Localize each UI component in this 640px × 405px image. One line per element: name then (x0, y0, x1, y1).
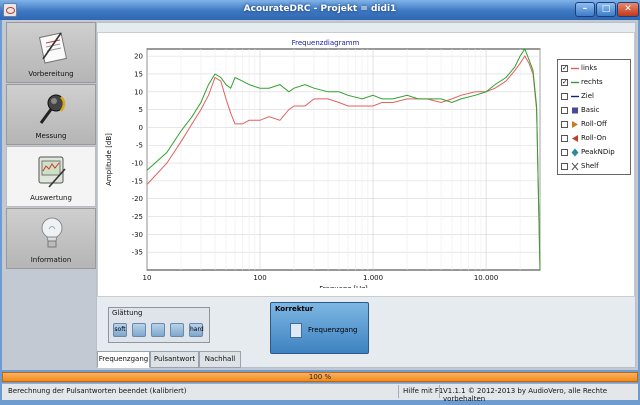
legend-checkbox[interactable] (561, 121, 568, 128)
legend-checkbox[interactable] (561, 107, 568, 114)
y-tick-label: -20 (132, 195, 143, 203)
correction-title: Korrektur (275, 305, 314, 313)
y-tick-label: -10 (132, 160, 143, 168)
legend-label: rechts (581, 78, 603, 86)
smoothing-level-4-button[interactable] (170, 323, 184, 337)
minimize-button[interactable]: – (575, 2, 595, 17)
y-tick-label: -25 (132, 213, 143, 221)
chart-legend: ✓ links ✓ rechts Ziel Basic Roll-Off Roll-On Pea… (557, 59, 631, 175)
document-icon (290, 323, 302, 338)
sidebar-item-label: Information (30, 256, 72, 264)
smoothing-hard-button[interactable]: hard (189, 323, 204, 337)
frequency-chart: Frequenzdiagramm 20 15 10 5 0 -5 -10 -15 -20 -25-… (97, 32, 635, 297)
triangle-left-marker-icon (572, 135, 578, 142)
legend-item-rechts[interactable]: ✓ rechts (561, 77, 629, 88)
smoothing-group: Glättung soft hard (108, 307, 210, 343)
legend-checkbox[interactable] (561, 149, 568, 156)
legend-checkbox[interactable]: ✓ (561, 79, 568, 86)
legend-label: Roll-Off (581, 120, 607, 128)
status-separator (398, 385, 399, 398)
legend-checkbox[interactable]: ✓ (561, 65, 568, 72)
maximize-button[interactable]: □ (596, 2, 616, 17)
legend-item-ziel[interactable]: Ziel (561, 91, 629, 102)
legend-label: Basic (581, 106, 600, 114)
progress-text: 100 % (308, 373, 332, 381)
legend-checkbox[interactable] (561, 163, 568, 170)
line-marker-icon (571, 81, 579, 84)
line-marker-icon (571, 95, 579, 98)
y-tick-label: -35 (132, 249, 143, 257)
main-frame: Vorbereitung Messung Auswertung Informat… (2, 20, 638, 370)
x-tick-label: 1.000 (363, 274, 383, 282)
y-tick-label: 0 (139, 124, 143, 132)
status-help: Hilfe mit F1 (403, 387, 444, 395)
correction-label: Frequenzgang (308, 326, 358, 334)
close-button[interactable]: ✕ (617, 2, 639, 17)
triangle-right-marker-icon (572, 121, 578, 128)
sidebar-item-vorbereitung[interactable]: Vorbereitung (6, 22, 96, 83)
legend-label: Roll-On (581, 134, 607, 142)
smoothing-level-2-button[interactable] (132, 323, 146, 337)
title-bar: AcourateDRC - Projekt = didi1 – □ ✕ (0, 0, 640, 20)
x-marker-icon (571, 162, 579, 171)
chart-plot: 20 15 10 5 0 -5 -10 -15 -20 -25 -30 -35 10 100 1.000 10… (105, 47, 541, 288)
sidebar-item-label: Auswertung (30, 194, 72, 202)
y-tick-label: 15 (134, 70, 143, 78)
smoothing-soft-button[interactable]: soft (113, 323, 127, 337)
y-tick-label: 5 (139, 106, 143, 114)
x-tick-label: 10 (143, 274, 152, 282)
legend-checkbox[interactable] (561, 93, 568, 100)
tab-pulsantwort[interactable]: Pulsantwort (150, 351, 199, 368)
chart-monitor-icon (38, 156, 66, 188)
legend-label: links (581, 64, 598, 72)
y-tick-label: -30 (132, 231, 143, 239)
tab-nachhall[interactable]: Nachhall (199, 351, 241, 368)
y-tick-label: 10 (134, 88, 143, 96)
legend-item-basic[interactable]: Basic (561, 105, 629, 116)
microphone-icon (39, 94, 66, 124)
notepad-icon (38, 32, 68, 64)
status-separator (439, 385, 440, 398)
x-tick-label: 100 (253, 274, 266, 282)
legend-label: PeakNDip (581, 148, 615, 156)
legend-item-peakndip[interactable]: PeakNDip (561, 147, 629, 158)
legend-item-roll-on[interactable]: Roll-On (561, 133, 629, 144)
status-bar: Berechnung der Pulsantworten beendet (ka… (2, 383, 638, 403)
y-axis-label: Amplitude [dB] (105, 133, 113, 186)
progress-bar: 100 % (2, 372, 638, 382)
status-message: Berechnung der Pulsantworten beendet (ka… (8, 387, 187, 395)
sidebar-item-label: Messung (35, 132, 67, 140)
diamond-marker-icon (571, 148, 579, 157)
legend-item-roll-off[interactable]: Roll-Off (561, 119, 629, 130)
legend-label: Ziel (581, 92, 594, 100)
smoothing-title: Glättung (112, 309, 143, 317)
sidebar-item-information[interactable]: Information (6, 208, 96, 269)
x-tick-label: 10.000 (474, 274, 499, 282)
sidebar-item-messung[interactable]: Messung (6, 84, 96, 145)
legend-item-links[interactable]: ✓ links (561, 63, 629, 74)
x-axis-label: Frequenz [Hz] (319, 285, 368, 288)
y-tick-label: -5 (136, 142, 143, 150)
line-marker-icon (571, 67, 579, 70)
content-panel: Frequenzdiagramm 20 15 10 5 0 -5 -10 -15 -20 -25-… (96, 22, 636, 368)
legend-item-shelf[interactable]: Shelf (561, 161, 629, 172)
sidebar-item-auswertung[interactable]: Auswertung (6, 146, 96, 207)
y-tick-label: 20 (134, 53, 143, 61)
y-tick-label: -15 (132, 177, 143, 185)
sidebar-item-label: Vorbereitung (28, 70, 74, 78)
correction-button[interactable]: Korrektur Frequenzgang (270, 302, 369, 354)
window-title: AcourateDRC - Projekt = didi1 (243, 4, 397, 14)
square-marker-icon (572, 107, 578, 114)
sidebar: Vorbereitung Messung Auswertung Informat… (6, 22, 96, 270)
legend-checkbox[interactable] (561, 135, 568, 142)
lightbulb-icon (41, 217, 63, 248)
legend-label: Shelf (581, 162, 599, 170)
status-version: V1.1.1 © 2012-2013 by AudioVero, alle Re… (443, 387, 608, 403)
tab-frequenzgang[interactable]: Frequenzgang (97, 351, 150, 368)
smoothing-level-3-button[interactable] (151, 323, 165, 337)
tab-bar: Frequenzgang Pulsantwort Nachhall (97, 351, 637, 369)
